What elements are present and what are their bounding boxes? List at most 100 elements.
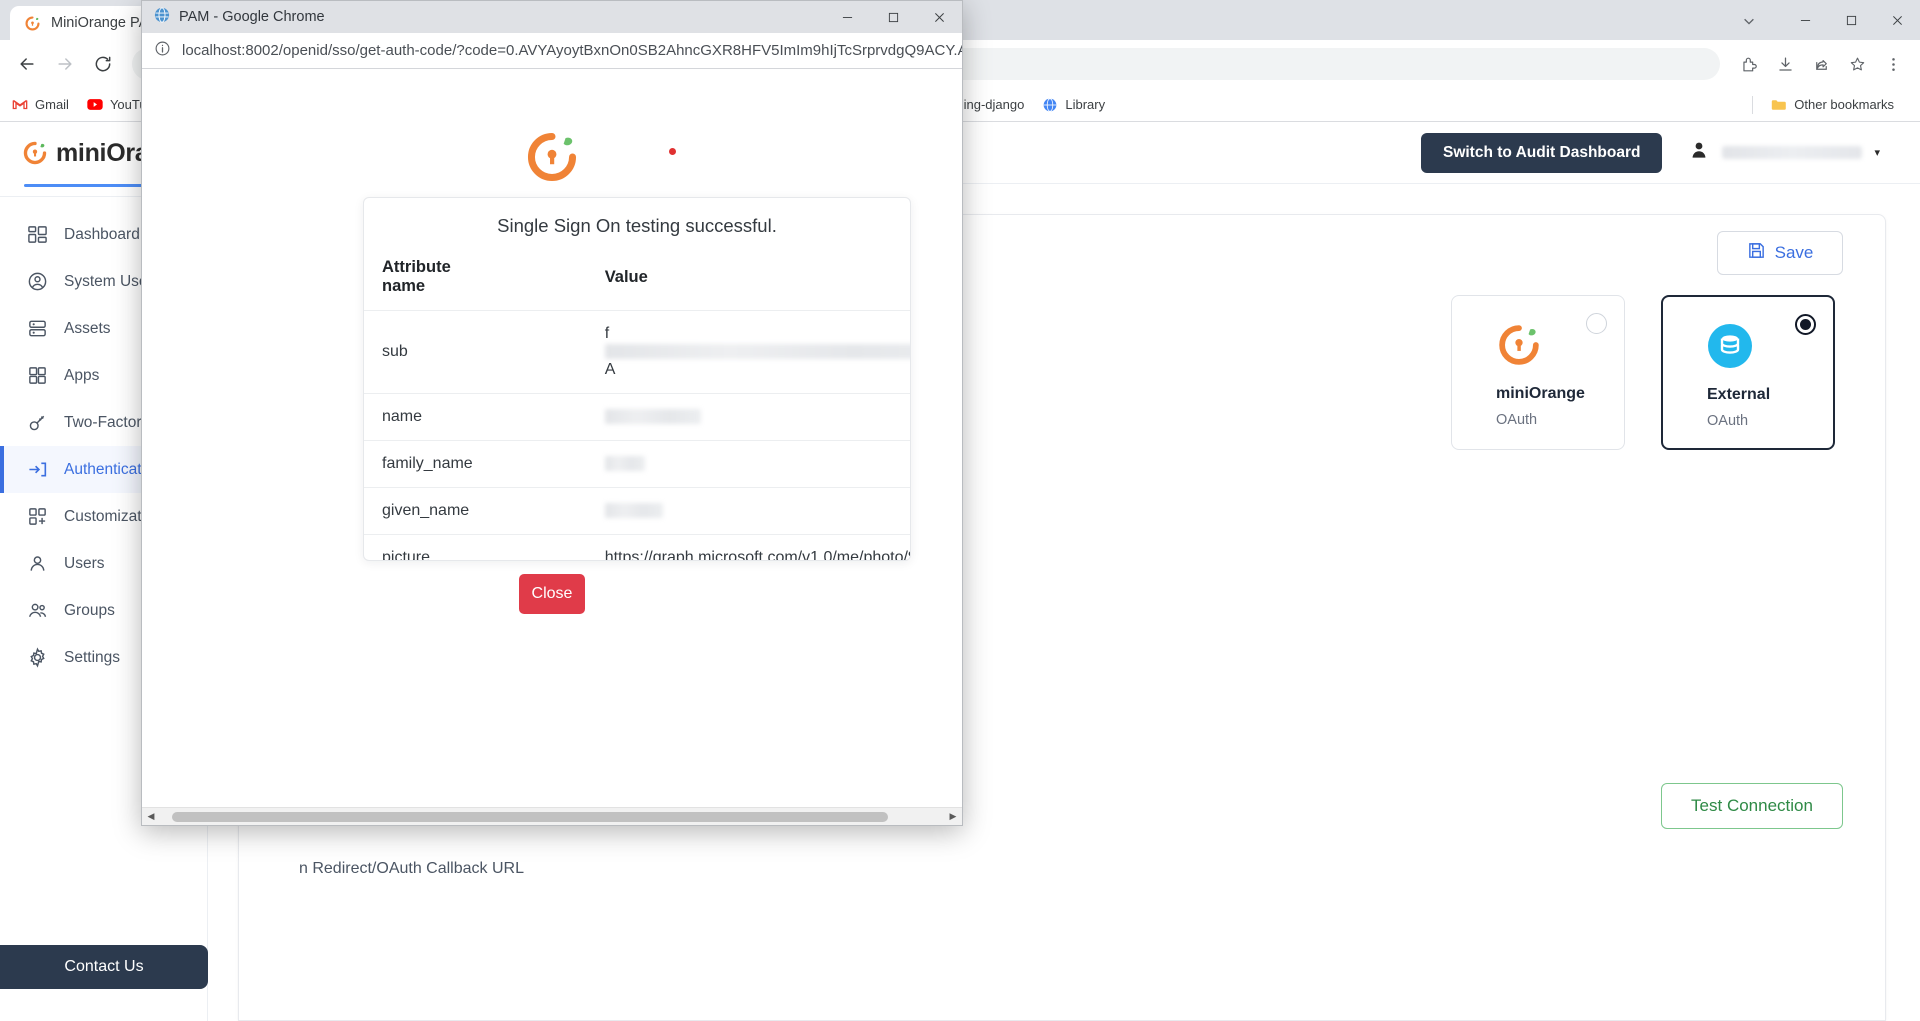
maximize-button[interactable] xyxy=(1828,0,1874,40)
scrollbar-track[interactable] xyxy=(160,808,944,826)
attribute-value-cell: fA xyxy=(473,311,911,394)
attribute-value-cell xyxy=(473,441,911,488)
popup-horizontal-scrollbar[interactable]: ◀ ▶ xyxy=(142,807,962,825)
bookmark-star-icon[interactable] xyxy=(1840,47,1874,81)
sidebar-item-label: Dashboard xyxy=(64,226,140,244)
globe-icon xyxy=(1042,97,1058,113)
value-suffix: A xyxy=(605,361,616,378)
sso-success-heading: Single Sign On testing successful. xyxy=(364,198,910,254)
reload-icon[interactable] xyxy=(86,47,120,81)
table-row: given_name xyxy=(364,488,911,535)
sidebar-item-label: Two-Factor xyxy=(64,414,142,432)
popup-window-controls xyxy=(824,1,962,33)
site-info-icon[interactable] xyxy=(154,40,171,61)
gear-icon xyxy=(26,647,48,669)
popup-close-button[interactable] xyxy=(916,1,962,33)
chevron-down-icon[interactable]: ▾ xyxy=(1874,146,1880,159)
provider-radio-external[interactable] xyxy=(1795,314,1816,335)
bookmark-library[interactable]: Library xyxy=(1042,97,1105,113)
sso-result-card: Single Sign On testing successful. Attri… xyxy=(363,197,911,561)
browser-menu-icon[interactable] xyxy=(1876,47,1910,81)
other-bookmarks[interactable]: Other bookmarks xyxy=(1771,97,1894,113)
popup-address-bar[interactable]: localhost:8002/openid/sso/get-auth-code/… xyxy=(142,33,962,69)
redacted-value xyxy=(605,409,701,424)
redacted-value xyxy=(605,456,645,471)
youtube-icon xyxy=(87,97,103,113)
attribute-name-cell: name xyxy=(364,394,473,441)
popup-title-bar[interactable]: PAM - Google Chrome xyxy=(142,1,962,33)
provider-name: External xyxy=(1707,386,1833,404)
avatar xyxy=(1688,139,1710,166)
attribute-value-cell xyxy=(473,394,911,441)
miniorange-logo-icon xyxy=(1496,355,1542,372)
attribute-name-cell: sub xyxy=(364,311,473,394)
redirect-url-label: n Redirect/OAuth Callback URL xyxy=(299,860,524,878)
save-icon xyxy=(1747,241,1766,265)
column-header-attribute-name: Attribute name xyxy=(364,254,473,311)
bookmark-gmail[interactable]: Gmail xyxy=(12,97,69,113)
grid-icon xyxy=(26,365,48,387)
person-icon xyxy=(26,553,48,575)
gmail-icon xyxy=(12,97,28,113)
attribute-value-cell xyxy=(473,488,911,535)
scroll-left-arrow-icon[interactable]: ◀ xyxy=(142,808,160,826)
forward-arrow-icon[interactable] xyxy=(48,47,82,81)
save-button[interactable]: Save xyxy=(1717,231,1843,275)
close-button[interactable]: Close xyxy=(519,574,585,614)
bookmark-label: Library xyxy=(1065,97,1105,112)
chrome-popup-window: PAM - Google Chrome localhost:8002/openi… xyxy=(141,0,963,826)
column-header-value: Value xyxy=(473,254,911,311)
popup-title: PAM - Google Chrome xyxy=(179,9,325,25)
test-connection-button[interactable]: Test Connection xyxy=(1661,783,1843,829)
chevron-down-icon[interactable] xyxy=(1738,10,1760,32)
window-controls xyxy=(1782,0,1920,40)
popup-url-text: localhost:8002/openid/sso/get-auth-code/… xyxy=(182,42,962,59)
table-row: picture https://graph.microsoft.com/v1.0… xyxy=(364,535,911,562)
attribute-name-cell: given_name xyxy=(364,488,473,535)
login-arrow-icon xyxy=(26,459,48,481)
profile-name xyxy=(1722,146,1862,159)
minimize-button[interactable] xyxy=(1782,0,1828,40)
grid-plus-icon xyxy=(26,506,48,528)
scroll-right-arrow-icon[interactable]: ▶ xyxy=(944,808,962,826)
provider-radio-miniorange[interactable] xyxy=(1586,313,1607,334)
database-icon xyxy=(1707,356,1753,373)
extensions-icon[interactable] xyxy=(1732,47,1766,81)
key-icon xyxy=(26,412,48,434)
close-button[interactable] xyxy=(1874,0,1920,40)
popup-minimize-button[interactable] xyxy=(824,1,870,33)
redacted-value xyxy=(605,344,911,359)
contact-us-button[interactable]: Contact Us xyxy=(0,945,208,989)
provider-name: miniOrange xyxy=(1496,385,1624,403)
back-arrow-icon[interactable] xyxy=(10,47,44,81)
attribute-name-cell: family_name xyxy=(364,441,473,488)
red-dot-indicator xyxy=(669,148,676,155)
miniorange-favicon xyxy=(24,15,41,32)
download-icon[interactable] xyxy=(1768,47,1802,81)
attribute-name-cell: picture xyxy=(364,535,473,562)
sidebar-item-label: Groups xyxy=(64,602,115,620)
bookmark-label: Gmail xyxy=(35,97,69,112)
people-icon xyxy=(26,600,48,622)
sidebar-item-label: Settings xyxy=(64,649,120,667)
switch-to-audit-dashboard-button[interactable]: Switch to Audit Dashboard xyxy=(1421,133,1662,173)
table-row: name xyxy=(364,394,911,441)
divider xyxy=(1752,96,1753,114)
value-prefix: f xyxy=(605,325,609,342)
share-icon[interactable] xyxy=(1804,47,1838,81)
provider-card-external[interactable]: External OAuth xyxy=(1661,295,1835,450)
profile-menu[interactable]: ▾ xyxy=(1688,139,1880,166)
sidebar-item-label: Users xyxy=(64,555,104,573)
provider-type: OAuth xyxy=(1707,413,1833,429)
provider-card-miniorange[interactable]: miniOrange OAuth xyxy=(1451,295,1625,450)
user-circle-icon xyxy=(26,271,48,293)
sidebar-item-label: Assets xyxy=(64,320,111,338)
popup-maximize-button[interactable] xyxy=(870,1,916,33)
globe-icon xyxy=(154,7,170,27)
scrollbar-thumb[interactable] xyxy=(172,812,888,822)
folder-icon xyxy=(1771,97,1787,113)
other-bookmarks-label: Other bookmarks xyxy=(1794,97,1894,112)
redacted-value xyxy=(605,503,663,518)
toolbar-actions xyxy=(1732,47,1910,81)
popup-page-body: Single Sign On testing successful. Attri… xyxy=(142,69,962,825)
